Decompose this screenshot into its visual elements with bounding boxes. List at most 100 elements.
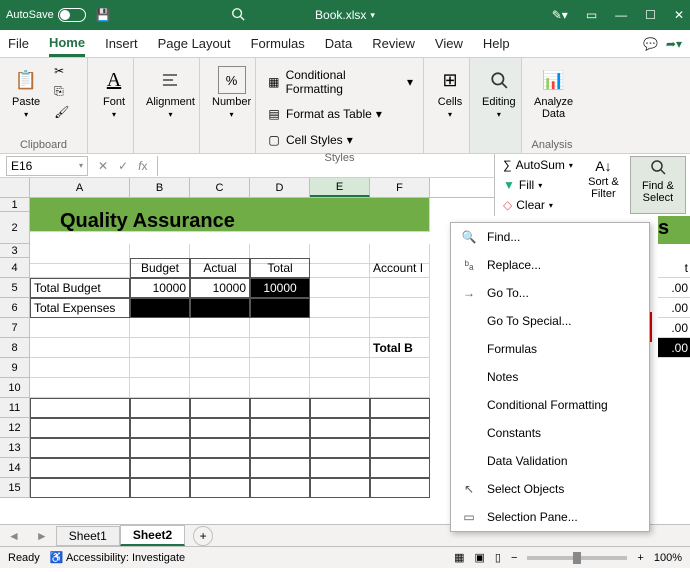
row-header[interactable]: 7: [0, 318, 30, 338]
format-painter-button[interactable]: 🖌: [50, 103, 73, 121]
menu-selection-pane[interactable]: ▭Selection Pane...: [451, 503, 649, 531]
cut-button[interactable]: ✂: [50, 62, 73, 80]
cell[interactable]: Total B: [370, 338, 430, 358]
view-page-break-icon[interactable]: ▯: [495, 551, 501, 564]
sheet-tab[interactable]: Sheet1: [56, 526, 120, 546]
number-button[interactable]: % Number▾: [206, 62, 257, 123]
tab-view[interactable]: View: [435, 32, 463, 55]
col-header[interactable]: F: [370, 178, 430, 197]
menu-replace[interactable]: ᵇₐReplace...: [451, 251, 649, 279]
col-header[interactable]: B: [130, 178, 190, 197]
find-select-button[interactable]: Find & Select: [630, 156, 686, 214]
cell-styles-button[interactable]: ▢Cell Styles ▾: [262, 130, 417, 150]
col-header[interactable]: C: [190, 178, 250, 197]
zoom-slider[interactable]: [527, 556, 627, 560]
alignment-button[interactable]: Alignment▾: [140, 62, 201, 123]
view-page-layout-icon[interactable]: ▣: [475, 551, 485, 564]
cell[interactable]: Total: [250, 258, 310, 278]
analyze-data-button[interactable]: 📊 Analyze Data: [528, 62, 579, 124]
font-button[interactable]: A Font▾: [94, 62, 134, 123]
tab-insert[interactable]: Insert: [105, 32, 138, 55]
tab-page-layout[interactable]: Page Layout: [158, 32, 231, 55]
col-header[interactable]: A: [30, 178, 130, 197]
cell[interactable]: .00: [658, 298, 690, 318]
menu-find[interactable]: 🔍Find...: [451, 223, 649, 251]
cell[interactable]: Account I: [370, 258, 430, 278]
sheet-tab[interactable]: Sheet2: [120, 525, 185, 546]
row-header[interactable]: 9: [0, 358, 30, 378]
menu-data-validation[interactable]: Data Validation: [451, 447, 649, 475]
tab-review[interactable]: Review: [372, 32, 415, 55]
col-header[interactable]: E: [310, 178, 370, 197]
tab-file[interactable]: File: [8, 32, 29, 55]
col-header[interactable]: D: [250, 178, 310, 197]
conditional-formatting-button[interactable]: ▦Conditional Formatting ▾: [262, 66, 417, 98]
menu-goto-special[interactable]: Go To Special...: [451, 307, 649, 335]
save-icon[interactable]: 💾: [96, 8, 111, 22]
ribbon-display-icon[interactable]: ▭: [586, 8, 597, 22]
select-all-triangle[interactable]: [0, 178, 30, 197]
row-header[interactable]: 6: [0, 298, 30, 318]
menu-constants[interactable]: Constants: [451, 419, 649, 447]
fx-icon[interactable]: fx: [138, 159, 147, 173]
cell[interactable]: 10000: [250, 278, 310, 298]
sort-filter-button[interactable]: A↓ Sort & Filter: [579, 156, 628, 214]
cancel-formula-icon[interactable]: ✕: [98, 159, 108, 173]
autosum-button[interactable]: ∑ AutoSum ▾: [499, 156, 577, 174]
cell[interactable]: Actual: [190, 258, 250, 278]
menu-select-objects[interactable]: ↖Select Objects: [451, 475, 649, 503]
row-header[interactable]: 1: [0, 198, 30, 212]
cell[interactable]: .00: [658, 338, 690, 358]
search-icon[interactable]: [231, 7, 245, 24]
format-as-table-button[interactable]: ▤Format as Table ▾: [262, 104, 417, 124]
row-header[interactable]: 8: [0, 338, 30, 358]
accessibility-status[interactable]: ♿ Accessibility: Investigate: [50, 551, 185, 564]
cells-button[interactable]: ⊞ Cells▾: [430, 62, 470, 123]
comments-icon[interactable]: 💬: [643, 37, 658, 51]
paste-button[interactable]: 📋 Paste▾: [6, 62, 46, 123]
cell[interactable]: t: [658, 258, 690, 278]
row-header[interactable]: 13: [0, 438, 30, 458]
cell[interactable]: Total Expenses: [30, 298, 130, 318]
view-normal-icon[interactable]: ▦: [454, 551, 464, 564]
sheet-nav-prev[interactable]: ◄: [0, 529, 28, 543]
maximize-icon[interactable]: ☐: [645, 8, 656, 22]
fill-button[interactable]: ▼ Fill ▾: [499, 176, 577, 194]
editing-button[interactable]: Editing▾: [476, 62, 522, 123]
row-header[interactable]: 4: [0, 258, 30, 278]
cell[interactable]: .00: [658, 318, 690, 338]
pen-icon[interactable]: ✎▾: [552, 8, 568, 22]
menu-cond-format[interactable]: Conditional Formatting: [451, 391, 649, 419]
row-header[interactable]: 14: [0, 458, 30, 478]
enter-formula-icon[interactable]: ✓: [118, 159, 128, 173]
sheet-nav-next[interactable]: ►: [28, 529, 56, 543]
share-icon[interactable]: ➦▾: [666, 37, 682, 51]
cell[interactable]: 10000: [190, 278, 250, 298]
zoom-level[interactable]: 100%: [654, 552, 682, 564]
name-box[interactable]: E16▾: [6, 156, 88, 176]
row-header[interactable]: 2: [0, 212, 30, 244]
file-name[interactable]: Book.xlsx▾: [315, 8, 375, 22]
clear-button[interactable]: ◇ Clear ▾: [499, 196, 577, 214]
autosave-toggle[interactable]: AutoSave: [6, 8, 86, 22]
row-header[interactable]: 5: [0, 278, 30, 298]
tab-data[interactable]: Data: [325, 32, 352, 55]
close-icon[interactable]: ✕: [674, 8, 684, 22]
minimize-icon[interactable]: —: [615, 8, 627, 22]
tab-home[interactable]: Home: [49, 31, 85, 57]
tab-formulas[interactable]: Formulas: [251, 32, 305, 55]
menu-notes[interactable]: Notes: [451, 363, 649, 391]
zoom-in-button[interactable]: +: [637, 552, 643, 564]
menu-formulas[interactable]: Formulas: [451, 335, 649, 363]
row-header[interactable]: 11: [0, 398, 30, 418]
row-header[interactable]: 10: [0, 378, 30, 398]
add-sheet-button[interactable]: +: [193, 526, 213, 546]
cell[interactable]: Total Budget: [30, 278, 130, 298]
copy-button[interactable]: ⎘: [50, 82, 73, 101]
row-header[interactable]: 12: [0, 418, 30, 438]
menu-goto[interactable]: →Go To...: [451, 279, 649, 307]
zoom-out-button[interactable]: −: [511, 552, 517, 564]
tab-help[interactable]: Help: [483, 32, 510, 55]
cell[interactable]: 10000: [130, 278, 190, 298]
cell[interactable]: .00: [658, 278, 690, 298]
